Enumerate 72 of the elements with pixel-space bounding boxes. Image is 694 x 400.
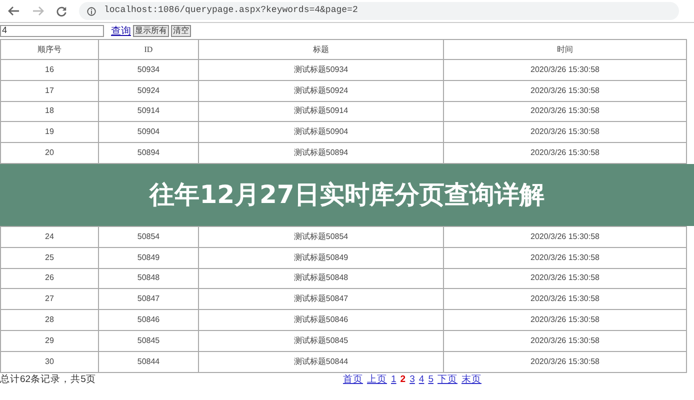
pager-link[interactable]: 2	[400, 373, 406, 388]
table-cell: 测试标题50844	[294, 356, 348, 366]
table-cell: 2020/3/26 15:30:58	[530, 64, 600, 74]
table-cell: 27	[45, 294, 54, 304]
table-cell: 2020/3/26 15:30:58	[530, 252, 600, 262]
table-cell: 20	[45, 148, 54, 158]
table-cell: 50914	[137, 106, 160, 116]
table-cell: 测试标题50894	[294, 148, 348, 158]
column-header: 顺序号	[0, 40, 98, 60]
table-cell: 2020/3/26 15:30:58	[530, 356, 600, 366]
table-cell: 19	[45, 127, 54, 136]
table-cell: 测试标题50846	[294, 315, 348, 324]
table-cell: 测试标题50924	[294, 86, 348, 95]
table-cell: 50894	[137, 148, 160, 158]
pager-link[interactable]: 1	[391, 373, 396, 388]
table-cell: 16	[45, 64, 54, 74]
pager-link[interactable]: 下页	[437, 373, 458, 388]
banner-title: 往年12月27日实时库分页查询详解	[150, 179, 544, 212]
address-bar[interactable]: localhost:1086/querypage.aspx?keywords=4&page=2	[79, 2, 679, 20]
table-cell: 50847	[137, 294, 160, 304]
pager-link[interactable]: 5	[428, 373, 434, 388]
action-button[interactable]: 清空	[171, 25, 191, 37]
table-cell: 2020/3/26 15:30:58	[530, 232, 600, 241]
table-cell: 24	[45, 232, 54, 241]
pager-link[interactable]: 上页	[367, 373, 387, 388]
table-cell: 测试标题50847	[294, 294, 348, 304]
table-cell: 18	[45, 106, 54, 116]
table-cell: 测试标题50904	[294, 127, 348, 136]
table-cell: 50848	[137, 273, 160, 282]
table-cell: 2020/3/26 15:30:58	[530, 336, 600, 345]
table-cell: 2020/3/26 15:30:58	[530, 273, 600, 282]
table-cell: 2020/3/26 15:30:58	[530, 86, 600, 95]
column-header: ID	[98, 40, 198, 60]
table-cell: 50904	[137, 127, 160, 136]
table-cell: 2020/3/26 15:30:58	[530, 127, 600, 136]
table-cell: 2020/3/26 15:30:58	[530, 294, 600, 304]
table-cell: 28	[45, 315, 54, 324]
table-cell: 50846	[137, 315, 160, 324]
search-field[interactable]: 4	[0, 25, 104, 37]
back-icon[interactable]	[8, 6, 20, 16]
pager-link[interactable]: 末页	[461, 373, 482, 388]
table-cell: 50924	[137, 86, 160, 95]
table-cell: 29	[45, 336, 54, 345]
table-cell: 2020/3/26 15:30:58	[530, 148, 600, 158]
table-cell: 25	[45, 252, 54, 262]
table-cell: 17	[45, 86, 54, 95]
table-cell: 50844	[137, 356, 160, 366]
pager-link[interactable]: 4	[418, 373, 424, 388]
record-summary: 总计62条记录，共5页	[0, 373, 97, 388]
pager-link[interactable]: 首页	[343, 373, 363, 388]
table-cell: 2020/3/26 15:30:58	[530, 106, 600, 116]
table-cell: 测试标题50845	[294, 336, 348, 345]
table-cell: 测试标题50934	[294, 64, 348, 74]
table-cell: 测试标题50854	[294, 232, 348, 241]
table-cell: 测试标题50914	[294, 106, 348, 116]
reload-icon[interactable]	[56, 6, 67, 16]
column-header: 时间	[444, 40, 686, 60]
table-cell: 50845	[137, 336, 160, 345]
info-icon	[87, 6, 96, 16]
table-cell: 30	[45, 356, 54, 366]
action-button[interactable]: 显示所有	[133, 25, 169, 37]
url-text: localhost:1086/querypage.aspx?keywords=4&page=2	[104, 4, 358, 18]
pager-link[interactable]: 3	[410, 373, 415, 388]
table-cell: 26	[45, 273, 54, 282]
table-cell: 测试标题50849	[294, 252, 348, 262]
search-link[interactable]: 查询	[111, 24, 131, 38]
table-cell: 50854	[137, 232, 160, 241]
table-cell: 50849	[137, 252, 160, 262]
table-cell: 2020/3/26 15:30:58	[530, 315, 600, 324]
table-cell: 50934	[137, 64, 160, 74]
column-header: 标题	[198, 40, 444, 60]
table-cell: 测试标题50848	[294, 273, 348, 282]
